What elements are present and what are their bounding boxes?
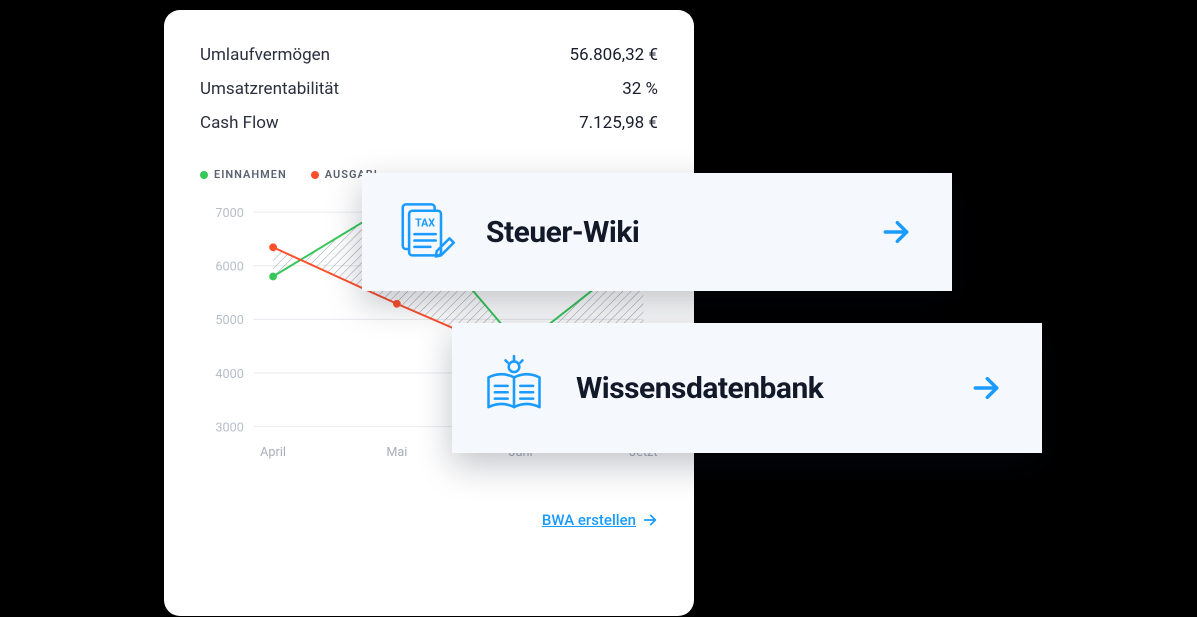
expense-point xyxy=(393,300,401,308)
stat-label: Umlaufvermögen xyxy=(200,38,330,72)
y-tick: 7000 xyxy=(215,206,243,221)
arrow-right-icon xyxy=(642,512,658,528)
legend-income: EINNAHMEN xyxy=(200,168,287,181)
stat-value: 32 % xyxy=(622,72,658,106)
y-tick: 4000 xyxy=(215,367,243,382)
svg-text:TAX: TAX xyxy=(415,217,435,230)
arrow-right-icon xyxy=(970,372,1002,404)
y-tick: 5000 xyxy=(215,313,243,328)
tax-doc-icon: TAX xyxy=(390,198,458,266)
x-tick: Mai xyxy=(386,445,407,460)
y-tick: 6000 xyxy=(215,260,243,275)
stat-row: Umlaufvermögen 56.806,32 € xyxy=(200,38,658,72)
bwa-create-link-label: BWA erstellen xyxy=(542,511,636,529)
stat-label: Cash Flow xyxy=(200,106,279,140)
legend-label-income: EINNAHMEN xyxy=(214,168,287,181)
arrow-right-icon xyxy=(880,216,912,248)
tile-label: Steuer-Wiki xyxy=(486,215,880,250)
legend-dot-expense-icon xyxy=(311,171,319,179)
legend-dot-income-icon xyxy=(200,171,208,179)
stat-row: Umsatzrentabilität 32 % xyxy=(200,72,658,106)
tile-steuer-wiki[interactable]: TAX Steuer-Wiki xyxy=(362,173,952,291)
tile-wissensdatenbank[interactable]: Wissensdatenbank xyxy=(452,323,1042,453)
stat-label: Umsatzrentabilität xyxy=(200,72,339,106)
expense-point xyxy=(269,243,277,251)
y-tick: 3000 xyxy=(215,420,243,435)
open-book-icon xyxy=(480,354,548,422)
stats-block: Umlaufvermögen 56.806,32 € Umsatzrentabi… xyxy=(200,38,658,140)
stat-value: 7.125,98 € xyxy=(579,106,658,140)
stat-value: 56.806,32 € xyxy=(570,38,658,72)
tile-label: Wissensdatenbank xyxy=(576,371,970,406)
x-tick: April xyxy=(260,445,286,460)
stat-row: Cash Flow 7.125,98 € xyxy=(200,106,658,140)
dashboard-card: Umlaufvermögen 56.806,32 € Umsatzrentabi… xyxy=(164,10,694,616)
bwa-create-link[interactable]: BWA erstellen xyxy=(200,511,658,529)
income-point xyxy=(269,273,277,281)
